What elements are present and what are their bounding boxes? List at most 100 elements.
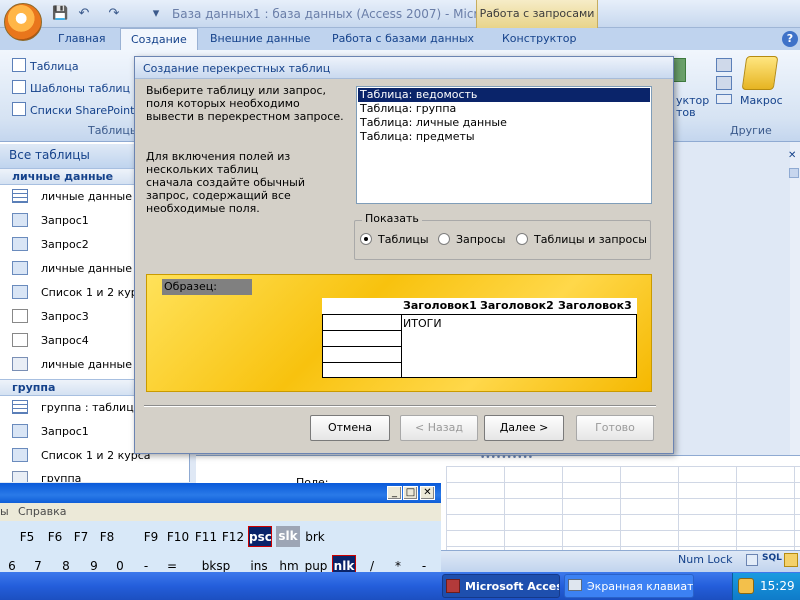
- close-document-icon[interactable]: ✕: [788, 150, 796, 161]
- key-f5[interactable]: F5: [14, 527, 40, 548]
- form-icon: [12, 471, 28, 482]
- sample-row-header: [322, 347, 402, 363]
- nav-item[interactable]: группа : таблица: [12, 396, 140, 420]
- list-item[interactable]: Таблица: предметы: [358, 130, 650, 144]
- close-icon[interactable]: ✕: [420, 486, 435, 500]
- list-item[interactable]: Таблица: группа: [358, 102, 650, 116]
- scroll-up-icon[interactable]: [789, 168, 799, 178]
- next-button[interactable]: Далее >: [484, 415, 564, 441]
- nav-item[interactable]: группа: [12, 468, 81, 482]
- group-label-tables: Таблицы: [88, 124, 139, 137]
- nav-item[interactable]: Запрос1: [12, 420, 89, 444]
- query-design-label-2[interactable]: тов: [676, 106, 696, 124]
- table-templates-icon: [12, 80, 26, 94]
- nav-item[interactable]: личные данные З: [12, 257, 143, 281]
- query-icon: [12, 448, 28, 462]
- clock: 15:29: [760, 579, 795, 593]
- macro-tools-icons: [716, 58, 738, 104]
- nav-item[interactable]: Список 1 и 2 курс: [12, 281, 144, 305]
- key-f9[interactable]: F9: [138, 527, 164, 548]
- radio-queries-label[interactable]: Запросы: [456, 233, 505, 246]
- radio-tables[interactable]: [360, 233, 372, 245]
- maximize-icon[interactable]: □: [403, 486, 418, 500]
- splitter-handle[interactable]: ••••••••••: [480, 453, 533, 463]
- window-title: База данных1 : база данных (Access 2007)…: [172, 7, 524, 21]
- datasheet-view-icon[interactable]: [746, 554, 758, 566]
- help-icon[interactable]: ?: [782, 31, 798, 47]
- customize-toolbar-icon[interactable]: ▾: [148, 6, 164, 22]
- radio-queries[interactable]: [438, 233, 450, 245]
- sql-view-button[interactable]: SQL: [762, 553, 782, 563]
- sharepoint-icon: [12, 102, 26, 116]
- table-button[interactable]: Таблица: [12, 58, 79, 76]
- document-scrollbar[interactable]: [790, 142, 800, 482]
- sample-corner-cell: [322, 298, 402, 315]
- save-icon[interactable]: 💾: [52, 6, 68, 22]
- cancel-button[interactable]: Отмена: [310, 415, 390, 441]
- tab-external-data[interactable]: Внешние данные: [200, 28, 320, 50]
- table-icon: [12, 400, 28, 414]
- key-print-screen[interactable]: psc: [248, 526, 272, 547]
- design-grid-cells[interactable]: [446, 466, 800, 550]
- numlock-indicator: Num Lock: [678, 553, 733, 566]
- nav-item[interactable]: Запрос3: [12, 305, 89, 329]
- office-button[interactable]: [4, 3, 42, 41]
- table-templates-button[interactable]: Шаблоны таблиц: [12, 80, 130, 98]
- keyboard-icon: [568, 579, 582, 591]
- macro-icon[interactable]: [741, 56, 779, 90]
- sample-label: Образец:: [162, 279, 252, 295]
- key-f12[interactable]: F12: [220, 527, 246, 548]
- radio-both-label[interactable]: Таблицы и запросы: [534, 233, 647, 246]
- nav-item[interactable]: личные данные: [12, 353, 132, 377]
- minimize-icon[interactable]: _: [387, 486, 402, 500]
- undo-icon[interactable]: ↶: [76, 6, 92, 22]
- osk-menu-settings[interactable]: ы: [0, 505, 9, 518]
- access-icon: [446, 579, 460, 593]
- tab-database-tools[interactable]: Работа с базами данных: [322, 28, 484, 50]
- osk-menu-help[interactable]: Справка: [18, 505, 66, 518]
- dialog-instructions-multiple: Для включения полей из нескольких таблиц…: [146, 150, 306, 215]
- taskbar-osk[interactable]: Экранная клавиат...: [564, 574, 694, 598]
- sharepoint-lists-button[interactable]: Списки SharePoint: [12, 102, 134, 120]
- nav-item[interactable]: Запрос2: [12, 233, 89, 257]
- design-view-icon[interactable]: [784, 553, 798, 567]
- sample-row-header: [322, 363, 402, 377]
- radio-tables-label[interactable]: Таблицы: [378, 233, 429, 246]
- dialog-separator: [144, 405, 656, 407]
- group-label-other: Другие: [730, 124, 772, 137]
- sample-row-header: [322, 315, 402, 331]
- key-f7[interactable]: F7: [68, 527, 94, 548]
- nav-item[interactable]: Список 1 и 2 курса: [12, 444, 151, 468]
- key-f8[interactable]: F8: [94, 527, 120, 548]
- query-icon: [12, 213, 28, 227]
- key-f10[interactable]: F10: [164, 527, 192, 548]
- nav-item[interactable]: личные данные :: [12, 185, 139, 209]
- macro-query-icon: [12, 333, 28, 347]
- osk-title-bar: [0, 483, 441, 503]
- macro-button-label[interactable]: Макрос: [740, 94, 783, 112]
- finish-button[interactable]: Готово: [576, 415, 654, 441]
- query-icon: [12, 237, 28, 251]
- tab-home[interactable]: Главная: [48, 28, 116, 50]
- tab-design[interactable]: Конструктор: [492, 28, 586, 50]
- dialog-title: Создание перекрестных таблиц: [135, 57, 673, 79]
- dialog-instructions: Выберите таблицу или запрос, поля которы…: [146, 84, 344, 123]
- osk-menu-bar: ы Справка: [0, 503, 441, 521]
- tab-create[interactable]: Создание: [120, 28, 198, 51]
- key-scroll-lock[interactable]: slk: [276, 526, 300, 547]
- nav-item[interactable]: Запрос1: [12, 209, 89, 233]
- key-f11[interactable]: F11: [192, 527, 220, 548]
- show-legend: Показать: [362, 212, 422, 225]
- redo-icon[interactable]: ↷: [106, 6, 122, 22]
- list-item[interactable]: Таблица: ведомость: [358, 88, 650, 102]
- sample-header: Заголовок1: [401, 298, 479, 315]
- radio-both[interactable]: [516, 233, 528, 245]
- list-item[interactable]: Таблица: личные данные: [358, 116, 650, 130]
- back-button[interactable]: < Назад: [400, 415, 478, 441]
- sample-row-header: [322, 331, 402, 347]
- nav-item[interactable]: Запрос4: [12, 329, 89, 353]
- key-break[interactable]: brk: [302, 527, 328, 548]
- table-icon: [12, 189, 28, 203]
- tray-icon[interactable]: [738, 578, 754, 594]
- key-f6[interactable]: F6: [42, 527, 68, 548]
